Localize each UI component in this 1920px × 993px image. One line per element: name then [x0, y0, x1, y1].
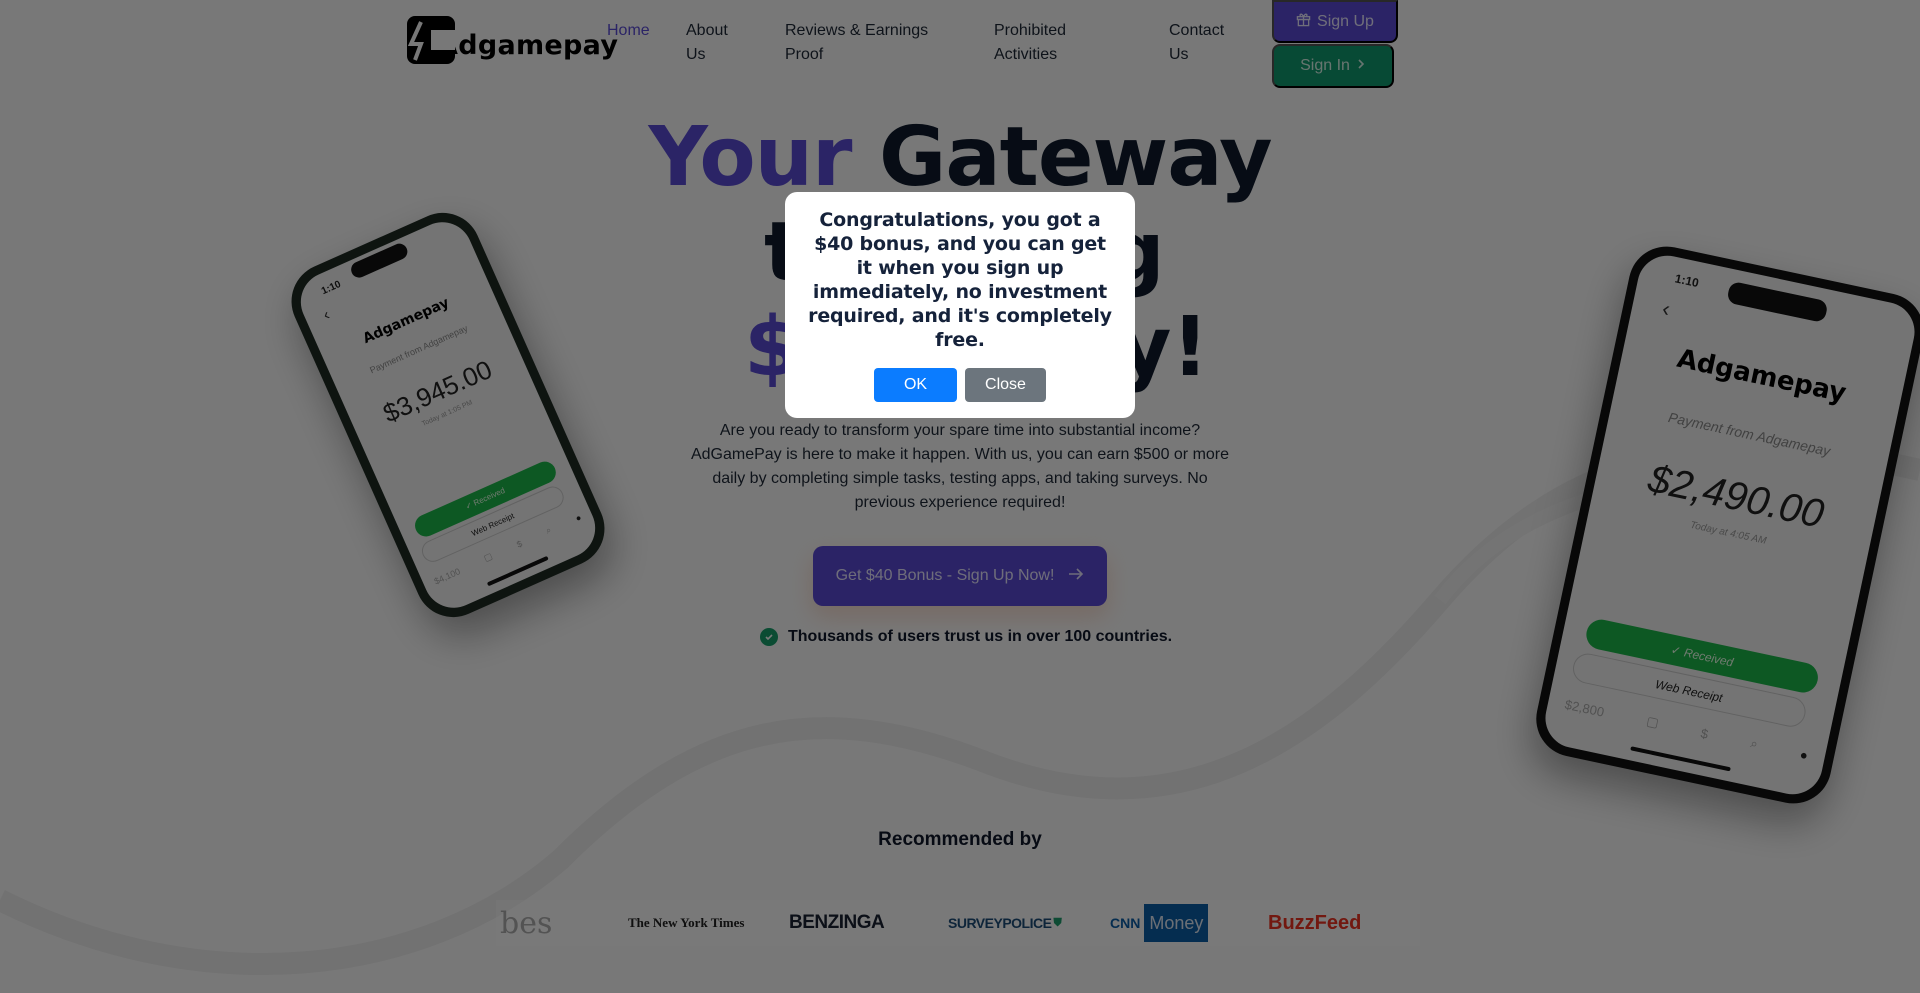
close-button[interactable]: Close	[965, 368, 1046, 402]
bonus-modal: Congratulations, you got a $40 bonus, an…	[785, 192, 1135, 418]
ok-button[interactable]: OK	[874, 368, 957, 402]
modal-backdrop[interactable]	[0, 0, 1920, 993]
modal-actions: OK Close	[785, 368, 1135, 402]
modal-message: Congratulations, you got a $40 bonus, an…	[808, 209, 1112, 351]
